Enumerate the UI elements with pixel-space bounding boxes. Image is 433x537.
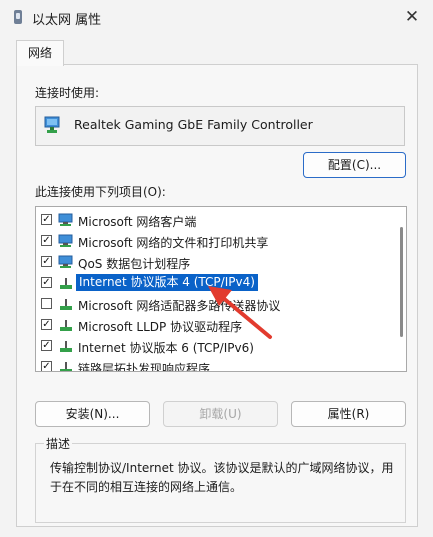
tab-network[interactable]: 网络 xyxy=(16,40,64,66)
checkbox[interactable]: ✓ xyxy=(41,214,52,225)
list-scrollbar[interactable] xyxy=(400,227,403,337)
check-mark-icon: ✓ xyxy=(42,256,51,267)
item-label: Internet 协议版本 6 (TCP/IPv6) xyxy=(78,341,254,355)
item-label: Internet 协议版本 4 (TCP/IPv4) xyxy=(76,274,258,291)
description-title: 描述 xyxy=(44,435,73,452)
item-label: Microsoft 网络适配器多路传送器协议 xyxy=(78,299,281,313)
close-icon: ✕ xyxy=(404,7,420,27)
items-label: 此连接使用下列项目(O): xyxy=(35,185,166,199)
check-mark-icon: ✓ xyxy=(42,277,51,288)
title-bar: 以太网 属性 ✕ xyxy=(0,0,433,36)
protocol-icon xyxy=(60,278,72,289)
protocol-icon xyxy=(60,299,72,310)
window-app-icon xyxy=(14,10,22,24)
adapter-field: Realtek Gaming GbE Family Controller xyxy=(35,106,405,146)
checkbox[interactable]: ✓ xyxy=(41,361,52,372)
qos-icon xyxy=(58,255,73,268)
check-mark-icon: ✓ xyxy=(42,214,51,225)
checkbox[interactable]: ✓ xyxy=(41,319,52,330)
connect-using-label: 连接时使用: xyxy=(35,86,100,100)
list-item[interactable]: ✓ Internet 协议版本 6 (TCP/IPv6) xyxy=(36,336,392,356)
check-mark-icon: ✓ xyxy=(42,361,51,372)
check-mark-icon: ✓ xyxy=(42,319,51,330)
list-item[interactable]: Microsoft 网络适配器多路传送器协议 xyxy=(36,294,392,314)
checkbox[interactable]: ✓ xyxy=(41,235,52,246)
properties-button[interactable]: 属性(R) xyxy=(291,401,406,427)
adapter-name: Realtek Gaming GbE Family Controller xyxy=(74,117,313,132)
item-label: Microsoft 网络客户端 xyxy=(78,215,197,229)
network-adapter-icon xyxy=(44,116,60,133)
tab-strip: 网络 xyxy=(16,40,418,66)
protocol-icon xyxy=(60,362,72,371)
check-mark-icon: ✓ xyxy=(42,235,51,246)
item-label: 链路层拓扑发现响应程序 xyxy=(78,362,211,372)
window-title: 以太网 属性 xyxy=(32,13,102,28)
file-printer-sharing-icon xyxy=(58,234,73,247)
item-label: Microsoft 网络的文件和打印机共享 xyxy=(78,236,269,250)
checkbox[interactable]: ✓ xyxy=(41,277,52,288)
protocol-icon xyxy=(60,320,72,331)
install-button[interactable]: 安装(N)... xyxy=(35,401,150,427)
list-item[interactable]: ✓ Microsoft 网络的文件和打印机共享 xyxy=(36,231,392,251)
list-item[interactable]: ✓ Microsoft LLDP 协议驱动程序 xyxy=(36,315,392,335)
protocol-icon xyxy=(60,341,72,352)
checkbox[interactable]: ✓ xyxy=(41,340,52,351)
close-button[interactable]: ✕ xyxy=(401,7,423,27)
uninstall-button[interactable]: 卸载(U) xyxy=(163,401,278,427)
list-item[interactable]: ✓ QoS 数据包计划程序 xyxy=(36,252,392,272)
list-item-selected[interactable]: ✓ Internet 协议版本 4 (TCP/IPv4) xyxy=(36,273,392,293)
list-item[interactable]: ✓ Microsoft 网络客户端 xyxy=(36,210,392,230)
item-label: Microsoft LLDP 协议驱动程序 xyxy=(78,320,243,334)
checkbox[interactable]: ✓ xyxy=(41,256,52,267)
checkbox[interactable] xyxy=(41,298,52,309)
description-text: 传输控制协议/Internet 协议。该协议是默认的广域网络协议，用于在不同的相… xyxy=(50,461,394,494)
items-list[interactable]: ✓ Microsoft 网络客户端 ✓ Microsoft 网络的文件和打印机共… xyxy=(35,206,407,372)
list-item[interactable]: ✓ 链路层拓扑发现响应程序 xyxy=(36,357,392,372)
item-label: QoS 数据包计划程序 xyxy=(78,257,191,271)
check-mark-icon: ✓ xyxy=(42,340,51,351)
configure-button[interactable]: 配置(C)... xyxy=(303,152,406,178)
network-client-icon xyxy=(58,213,73,226)
